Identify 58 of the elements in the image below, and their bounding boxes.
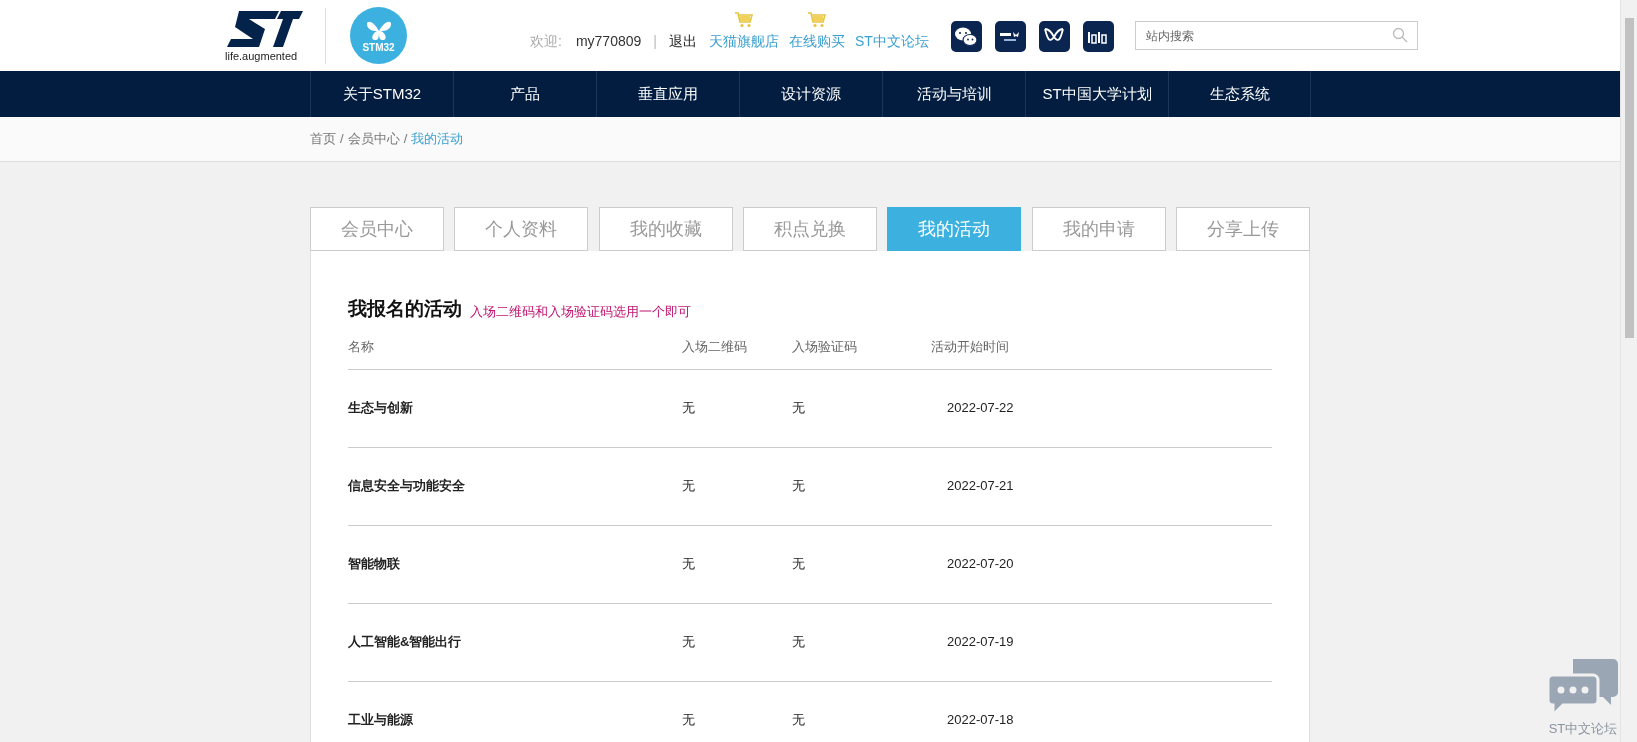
username: my770809	[575, 31, 642, 51]
table-cell-text: 信息安全与功能安全	[348, 477, 466, 496]
breadcrumb-separator: /	[340, 130, 344, 149]
table-cell-text: 2022-07-22	[946, 399, 1014, 418]
table-cell-text: 无	[682, 477, 696, 496]
separator: |	[653, 31, 657, 51]
cart-icon	[806, 10, 827, 29]
section-hint: 入场二维码和入场验证码选用一个即可	[470, 303, 691, 321]
breadcrumb-link[interactable]: 会员中心	[347, 129, 400, 149]
breadcrumb-link[interactable]: 我的活动	[411, 129, 464, 149]
tab[interactable]: 会员中心	[310, 207, 444, 251]
table-cell-text: 工业与能源	[348, 711, 414, 730]
table-cell-text: 智能物联	[348, 555, 401, 574]
table-cell-text: 无	[792, 399, 806, 418]
table-cell-text: 无	[682, 711, 696, 730]
table-cell-text: 无	[792, 711, 806, 730]
logo-tagline: life.augmented	[225, 51, 298, 62]
logo-icon[interactable]	[1038, 21, 1070, 52]
header-link[interactable]: 天猫旗舰店	[708, 10, 779, 52]
tab[interactable]: 个人资料	[454, 207, 589, 251]
section-title: 我报名的活动	[348, 297, 462, 321]
app-icon[interactable]	[994, 21, 1026, 52]
table-cell-text: 人工智能&智能出行	[348, 633, 463, 652]
tab[interactable]: 分享上传	[1175, 207, 1310, 251]
logout-link[interactable]: 退出	[668, 30, 697, 52]
table-cell-text: 无	[792, 477, 806, 496]
table-cell-text: 无	[682, 633, 696, 652]
wechat-icon[interactable]	[950, 21, 982, 52]
column-header: 活动开始时间	[931, 338, 1009, 357]
column-header: 名称	[348, 338, 375, 357]
video-icon[interactable]	[1082, 21, 1114, 52]
column-header: 入场验证码	[792, 338, 858, 357]
chat-label: ST中文论坛	[1548, 719, 1618, 738]
chat-widget[interactable]: ST中文论坛	[1547, 656, 1619, 738]
column-header: 入场二维码	[682, 338, 748, 357]
header-link[interactable]: 在线购买	[788, 10, 845, 52]
product-badge[interactable]: STM32	[350, 7, 407, 64]
table-cell-text: 无	[792, 555, 806, 574]
table-cell-text: 无	[792, 633, 806, 652]
tab[interactable]: 我的活动	[887, 207, 1022, 251]
table-cell-text: 生态与创新	[348, 399, 414, 418]
tab[interactable]: 积点兑换	[743, 207, 877, 251]
scrollbar-thumb[interactable]	[1624, 18, 1634, 338]
breadcrumb-link[interactable]: 首页	[310, 129, 336, 149]
table-cell-text: 2022-07-19	[946, 633, 1014, 652]
header-link[interactable]: ST中文论坛	[854, 30, 929, 52]
cart-icon	[733, 10, 754, 29]
table-cell-text: 无	[682, 399, 696, 418]
logo-icon[interactable]	[225, 9, 303, 49]
search-field[interactable]: 站内搜索	[1134, 21, 1418, 50]
welcome-label: 欢迎:	[530, 31, 562, 51]
table-cell-text: 2022-07-21	[946, 477, 1014, 496]
table-cell-text: 2022-07-18	[946, 711, 1014, 730]
table-cell-text: 2022-07-20	[946, 555, 1014, 574]
breadcrumb-separator: /	[403, 130, 408, 149]
tab[interactable]: 我的收藏	[598, 207, 733, 251]
tab[interactable]: 我的申请	[1031, 207, 1166, 251]
table-cell-text: 无	[682, 555, 696, 574]
